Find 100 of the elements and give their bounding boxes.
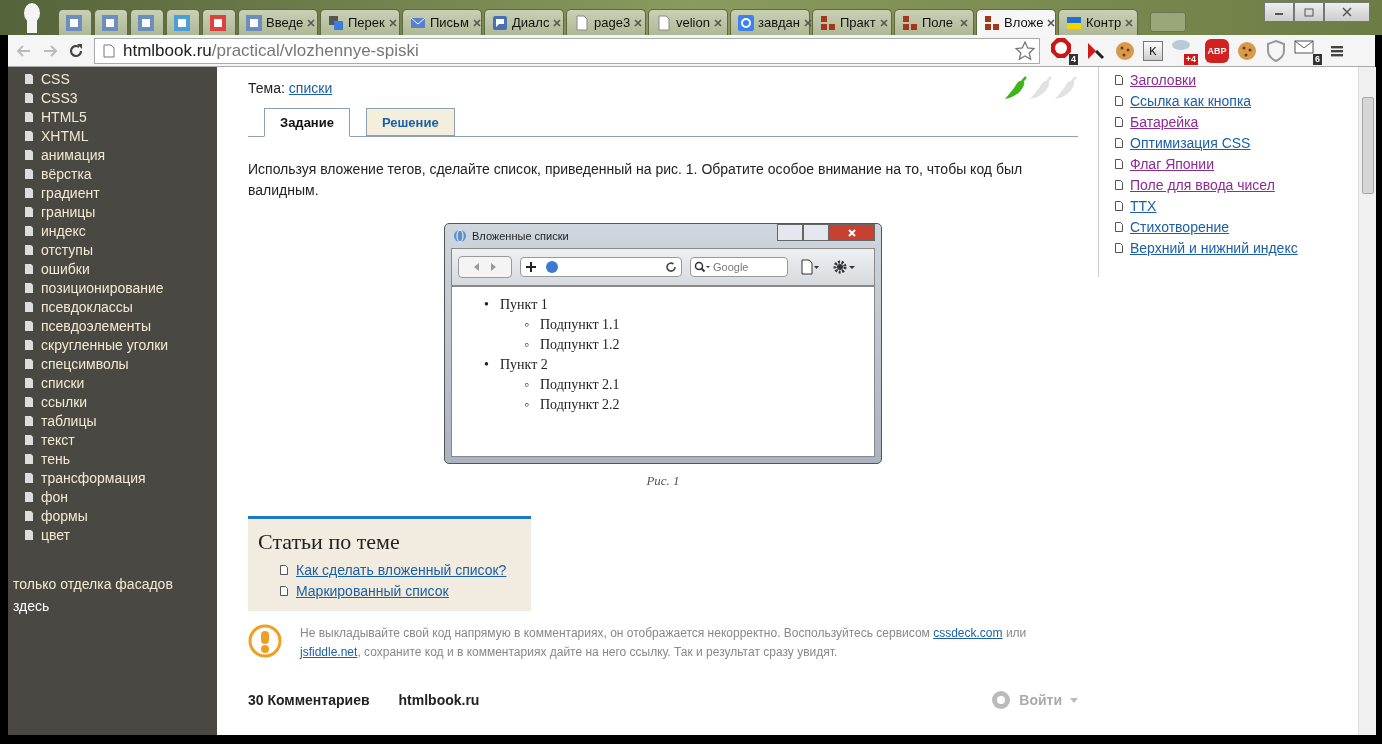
sidebar-link[interactable]: псевдоклассы	[41, 298, 133, 315]
link[interactable]: cssdeck.com	[933, 626, 1003, 640]
browser-tab[interactable]: page3	[566, 9, 646, 35]
browser-tab[interactable]	[166, 9, 200, 35]
browser-tab[interactable]: Контр	[1058, 9, 1138, 35]
maximize-button[interactable]	[1294, 2, 1324, 22]
article-link[interactable]: Ссылка как кнопка	[1130, 92, 1252, 109]
sidebar-link[interactable]: списки	[41, 374, 85, 391]
browser-tab[interactable]: Введе	[238, 9, 318, 35]
browser-tab[interactable]	[58, 9, 92, 35]
sidebar-link[interactable]: границы	[41, 203, 96, 220]
reload-icon[interactable]	[68, 42, 84, 59]
article-link[interactable]: Оптимизация CSS	[1130, 134, 1251, 151]
page-icon	[25, 529, 33, 540]
close-icon[interactable]	[307, 18, 316, 27]
sidebar-link[interactable]: ошибки	[41, 260, 90, 277]
logo-icon	[991, 690, 1012, 710]
bookmark-star-icon[interactable]	[1015, 40, 1035, 61]
sidebar-link[interactable]: текст	[41, 431, 75, 448]
browser-tab[interactable]: завдан	[730, 9, 810, 35]
sidebar-link[interactable]: псевдоэлементы	[41, 317, 151, 334]
related-link[interactable]: Маркированный список	[296, 582, 449, 599]
close-icon[interactable]	[960, 18, 968, 27]
close-icon[interactable]	[803, 18, 812, 27]
sidebar-link[interactable]: CSS	[41, 70, 70, 87]
article-link[interactable]: ТТХ	[1130, 197, 1157, 214]
browser-tab[interactable]: Перек	[320, 9, 400, 35]
sidebar-link[interactable]: скругленные уголки	[41, 336, 169, 353]
profile-avatar-icon[interactable]	[22, 2, 42, 33]
sidebar-link[interactable]: позиционирование	[41, 279, 164, 296]
sidebar-link[interactable]: отступы	[41, 241, 93, 258]
extension-button[interactable]: K	[1143, 40, 1163, 61]
article-link[interactable]: Флаг Японии	[1130, 155, 1214, 172]
ad-link[interactable]: здесь	[8, 598, 217, 614]
sidebar-link[interactable]: градиент	[41, 184, 100, 201]
browser-tab[interactable]	[94, 9, 128, 35]
cookie-icon[interactable]	[1236, 39, 1258, 62]
close-icon[interactable]	[714, 18, 722, 27]
related-link[interactable]: Как сделать вложенный список?	[296, 561, 507, 578]
close-icon[interactable]	[634, 18, 643, 27]
browser-tab[interactable]: Вложе	[976, 9, 1056, 35]
browser-tab[interactable]	[130, 9, 164, 35]
browser-tab[interactable]: Письм	[402, 9, 482, 35]
topic-link[interactable]: списки	[288, 80, 333, 96]
site-logo-icon	[102, 14, 118, 31]
browser-tab[interactable]: velion	[648, 9, 728, 35]
sidebar-link[interactable]: тень	[41, 450, 71, 467]
sidebar-link[interactable]: трансформация	[41, 469, 146, 486]
sidebar-link[interactable]: анимация	[41, 146, 106, 163]
browser-tab[interactable]: Практ	[812, 9, 892, 35]
notice-text: Не выкладывайте свой код напрямую в комментариях, он отображается некорректно. Воспользуйтесь сервисом cssdeck.com или jsfiddle.net, сохраните код и в комментариях дайте на него ссылку. Так и результат сразу увидят.	[300, 625, 1028, 661]
close-icon[interactable]	[1047, 18, 1056, 27]
cookie-icon[interactable]	[1114, 39, 1136, 62]
blocks-icon	[820, 14, 836, 31]
sidebar-link[interactable]: HTML5	[41, 108, 87, 125]
browser-tab[interactable]: Поле	[894, 9, 974, 35]
site-name[interactable]: htmlbook.ru	[398, 692, 480, 708]
sidebar-link[interactable]: фон	[41, 488, 69, 505]
globe-icon	[545, 260, 559, 274]
article-link[interactable]: Верхний и нижний индекс	[1130, 239, 1298, 256]
browser-tab[interactable]	[202, 9, 236, 35]
close-icon[interactable]	[472, 18, 481, 27]
plus-icon	[525, 261, 537, 273]
sidebar-link[interactable]: ссылки	[41, 393, 88, 410]
article-link[interactable]: Поле для ввода чисел	[1130, 176, 1275, 193]
shield-icon[interactable]	[1265, 39, 1287, 62]
browser-tab[interactable]: Диалс	[484, 9, 564, 35]
sidebar-link[interactable]: индекс	[41, 222, 86, 239]
scrollbar[interactable]	[1358, 67, 1376, 735]
sidebar-link[interactable]: CSS3	[41, 89, 78, 106]
sidebar-link[interactable]: XHTML	[41, 127, 89, 144]
sidebar-link[interactable]: таблицы	[41, 412, 97, 429]
close-icon[interactable]	[879, 18, 888, 27]
sidebar-link[interactable]: формы	[41, 507, 88, 524]
sidebar-link[interactable]: спецсимволы	[41, 355, 129, 372]
article-link[interactable]: Заголовки	[1130, 71, 1196, 88]
pepper-icon	[1004, 76, 1028, 100]
article-link[interactable]: Стихотворение	[1130, 218, 1230, 235]
page-icon	[25, 168, 33, 179]
page-icon	[25, 339, 33, 350]
close-icon[interactable]	[1125, 18, 1134, 27]
page-icon	[25, 415, 33, 426]
search-field[interactable]: Google	[690, 257, 788, 277]
content-tab[interactable]: Задание	[264, 108, 350, 137]
page-icon	[25, 491, 33, 502]
adblock-button[interactable]: ABP	[1205, 38, 1229, 63]
page-icon	[1115, 74, 1123, 85]
close-icon[interactable]	[553, 18, 562, 27]
sidebar-link[interactable]: цвет	[41, 526, 71, 543]
ad-text[interactable]: только отделка фасадов	[8, 576, 217, 592]
close-icon[interactable]	[388, 18, 397, 27]
address-bar[interactable]: htmlbook.ru/practical/vlozhennye-spiski	[94, 37, 1040, 64]
list-item: Подпункт 1.2	[540, 336, 620, 354]
close-icon	[847, 227, 857, 238]
close-button[interactable]	[1324, 2, 1370, 22]
content-tab[interactable]: Решение	[365, 108, 455, 136]
comment-count[interactable]: 30 Комментариев	[248, 692, 370, 708]
minimize-button[interactable]	[1264, 2, 1294, 22]
sidebar-link[interactable]: вёрстка	[41, 165, 92, 182]
article-link[interactable]: Батарейка	[1130, 113, 1199, 130]
